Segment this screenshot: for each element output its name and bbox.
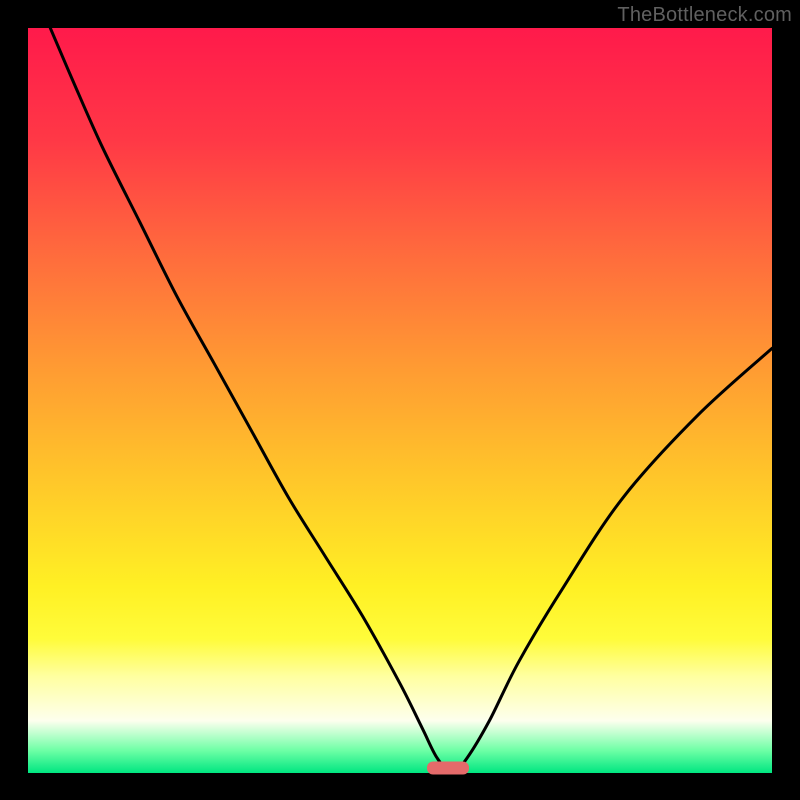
chart-curve-svg (28, 28, 772, 773)
chart-plot-area (28, 28, 772, 773)
bottleneck-curve (50, 28, 772, 773)
watermark-text: TheBottleneck.com (617, 4, 792, 27)
minimum-marker (427, 762, 469, 775)
chart-frame: TheBottleneck.com (0, 0, 800, 800)
